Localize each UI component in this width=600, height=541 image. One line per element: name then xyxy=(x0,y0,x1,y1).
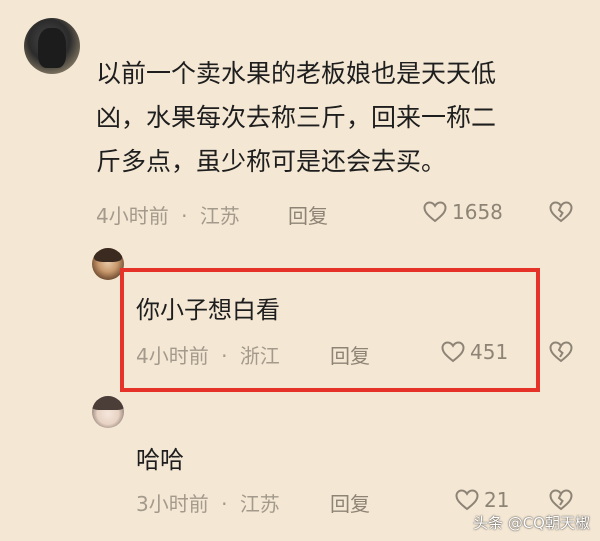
commenter-avatar[interactable] xyxy=(24,18,80,74)
highlight-box xyxy=(120,268,540,392)
broken-heart-icon xyxy=(549,201,573,223)
reply-meta: 3小时前 · 江苏 xyxy=(136,488,280,517)
comment-meta: 4小时前 · 江苏 xyxy=(96,200,240,229)
like-button[interactable]: 1658 xyxy=(422,200,503,224)
avatar-figure xyxy=(38,28,66,68)
broken-heart-icon xyxy=(549,489,573,511)
dislike-button[interactable] xyxy=(548,200,574,226)
heart-outline-icon xyxy=(455,489,479,511)
watermark: 头条 @CQ朝天椒 xyxy=(472,514,590,532)
meta-separator: · xyxy=(181,204,188,228)
reply-time: 3小时前 xyxy=(136,492,209,516)
broken-heart-icon xyxy=(549,341,573,363)
dislike-button[interactable] xyxy=(548,340,574,366)
comment-line: 斤多点，虽少称可是还会去买。 xyxy=(96,147,447,176)
avatar-hair xyxy=(92,396,124,410)
reply-button[interactable]: 回复 xyxy=(330,488,370,517)
like-count: 1658 xyxy=(452,200,503,224)
comment-text: 以前一个卖水果的老板娘也是天天低 凶，水果每次去称三斤，回来一称二 斤多点，虽少… xyxy=(96,52,566,184)
like-count: 21 xyxy=(484,488,510,512)
heart-outline-icon xyxy=(423,201,447,223)
comment-time: 4小时前 xyxy=(96,204,169,228)
dislike-button[interactable] xyxy=(548,488,574,514)
like-button[interactable]: 21 xyxy=(454,488,509,512)
comment-line: 以前一个卖水果的老板娘也是天天低 xyxy=(96,59,497,88)
reply-text: 哈哈 xyxy=(136,446,184,474)
meta-separator: · xyxy=(221,492,228,516)
comment-location: 江苏 xyxy=(199,204,240,228)
comment-line: 凶，水果每次去称三斤，回来一称二 xyxy=(96,103,497,132)
reply-location: 江苏 xyxy=(239,492,280,516)
reply-button[interactable]: 回复 xyxy=(288,200,328,229)
avatar-hair xyxy=(94,248,122,262)
reply-avatar[interactable] xyxy=(92,396,124,428)
